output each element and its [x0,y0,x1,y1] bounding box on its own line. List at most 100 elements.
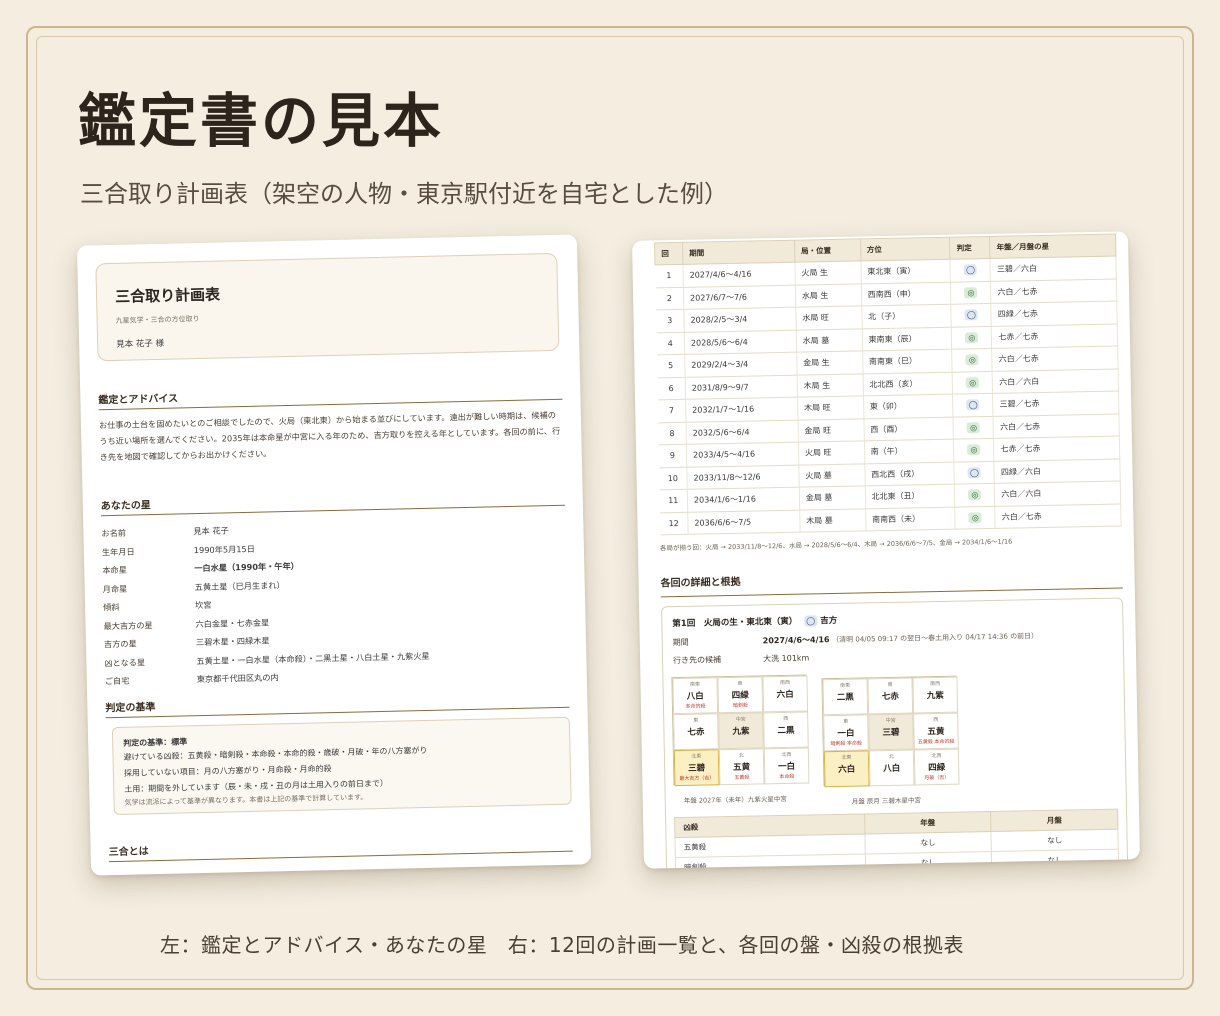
board-cell-note [870,739,913,740]
kyousatsu-table: 凶殺 年盤 月盤 五黄殺 なし なし 暗剣殺 なし なし [674,809,1119,869]
plan-cell-dir: 北北西（亥） [862,371,953,396]
kyousatsu-cell-year: なし [864,831,992,854]
plan-cell-stars: 六白／七赤 [992,346,1119,371]
board-cell-star: 六白 [776,689,794,701]
detail-title: 第1回 火局の生・東北東（寅） ◯ 吉方 [672,614,837,629]
detail-mark-label: 吉方 [820,615,838,627]
star-row-label: 月命星 [102,583,128,594]
board-cell-note [824,703,867,704]
board-cell: 北五黄 五黄殺 [718,748,765,786]
plan-cell-kyoku: 金局 墓 [799,485,866,510]
star-row-value: 1990年5月15日 [193,543,255,555]
advice-text: お仕事の土台を固めたいとのご相談でしたので、火局（東北東）から始まる並びにしてい… [98,409,561,463]
plan-cell-n: 11 [659,489,688,513]
board-cell: 南西 六白 [762,675,809,713]
kyousatsu-column-header: 年盤 [864,811,992,834]
plan-cell-period: 2032/5/6〜6/4 [685,419,799,445]
plan-cell-n: 10 [658,466,688,490]
board-cell: 東七赤 [673,713,719,751]
judgement-cell: ◯ [950,258,991,282]
board-cell: 南東 二黒 [822,678,869,716]
best-direction-mark: ◎ [966,421,981,434]
left-page: 三合取り計画表 九星気学・三合の方位取り 見本 花子 様 鑑定とアドバイス お仕… [76,234,592,876]
board-cell-note [825,775,868,776]
board-cell-note: 本命殺 [779,773,795,781]
board-cell-star: 二黒 [836,692,854,703]
plan-cell-kyoku: 火局 旺 [798,440,865,465]
board-cell-direction: 北東 [691,753,702,760]
board-cell-direction: 北 [738,752,744,759]
star-row-value: 六白金星・七赤金星 [195,616,270,629]
star-row-label: 吉方の星 [103,638,137,650]
plan-cell-stars: 四緑／六白 [994,458,1121,484]
board-cell-star: 五黄 [927,726,945,738]
star-row-value: 五黄土星・一白水星（本命殺）・二黒土星・八白土星・九紫火星 [196,650,430,666]
board-cell-star: 九紫 [732,726,750,737]
detail-heading: 各回の詳細と根拠 [660,576,741,590]
plan-cell-kyoku: 木局 生 [796,373,864,398]
best-direction-mark: ◎ [968,489,982,501]
plan-cell-kyoku: 火局 墓 [798,463,865,488]
plan-cell-n: 7 [657,399,686,423]
plan-cell-dir: 北北東（丑） [864,484,956,509]
board-cell-note [869,703,912,704]
board-cell: 北西 一白 本命殺 [763,747,810,785]
plan-cell-n: 6 [657,376,686,400]
board-cell: 北東 三碧 最大吉方（吉） [673,749,720,787]
board-cell-note [870,775,913,776]
plan-cell-period: 2029/2/4〜3/4 [684,352,797,377]
month-board-caption: 月盤 辰月 三碧木星中宮 [851,796,922,806]
best-direction-mark: ◎ [967,444,981,456]
best-direction-mark: ◎ [965,331,979,344]
board-cell: 南東 八白 本命的殺 [672,677,719,715]
star-row-label: 凶となる星 [104,656,146,668]
plan-cell-period: 2028/5/6〜6/4 [684,329,797,355]
plan-cell-period: 2033/4/5〜4/16 [686,442,799,467]
judgement-cell: ◯ [954,460,995,485]
figure-caption: 左：鑑定とアドバイス・あなたの星 右：12回の計画一覧と、各回の盤・凶殺の根拠表 [160,933,965,957]
plan-table-note: 各局が揃う回：火局 → 2033/11/8〜12/6、水局 → 2028/5/6… [659,537,1013,553]
star-row-label: ご自宅 [104,675,130,687]
period-value: 2027/4/6〜4/16 （清明 04/05 09:17 の翌日〜春土用入り … [763,630,1039,646]
plan-cell-dir: 北（子） [861,304,952,329]
judgement-cell: ◎ [954,483,996,507]
star-row-label: 傾斜 [103,601,120,613]
plan-cell-kyoku: 水局 旺 [795,305,862,330]
plan-cell-stars: 七赤／七赤 [993,435,1120,461]
board-cell-star: 六白 [838,764,856,775]
stars-rule [101,504,565,517]
good-direction-mark: ◯ [967,466,982,479]
good-direction-mark: ◯ [966,399,980,411]
board-cell-direction: 中宮 [885,717,896,725]
board-cell-direction: 南西 [930,680,941,688]
judgement-cell: ◎ [952,370,993,395]
plan-table-column-header: 方位 [860,237,951,261]
best-direction-mark: ◎ [964,286,978,299]
board-cell: 西二黒 [763,711,809,749]
plan-cell-kyoku: 木局 旺 [797,395,864,420]
star-row-value: 東京都千代田区丸の内 [196,672,279,685]
board-cell-direction: 北東 [841,754,852,761]
plan-cell-kyoku: 金局 生 [796,350,863,375]
board-cell-note: 最大吉方（吉） [679,775,715,783]
board-cell: 北東 六白 [823,750,870,788]
detail-title-text: 第1回 火局の生・東北東（寅） [672,616,798,630]
plan-cell-dir: 東南東（辰） [861,326,953,351]
board-cell-star: 三碧 [882,727,900,739]
plan-cell-stars: 六白／七赤 [995,503,1122,529]
board-cell-star: 八白 [686,691,704,702]
right-page: 回期間 局・位置 方位 判定 年盤／月盤の星 1 2027/4/6〜4/16 火局 生東北東… [632,231,1140,869]
board-cell-direction: 東 [843,718,849,725]
board-cell: 北西 四緑 月破（吉） [913,748,960,786]
plan-cell-n: 5 [656,354,686,378]
criteria-heading: 判定の基準 [105,702,156,715]
star-row-label: お名前 [101,527,127,539]
plan-cell-period: 2033/11/8〜12/6 [686,464,800,490]
board-cell-note [720,737,763,738]
board-cell-note [675,738,718,739]
plan-cell-dir: 南南東（巳） [862,349,953,374]
board-cell-star: 七赤 [687,727,705,738]
judgement-cell: ◎ [953,415,994,440]
advice-heading: 鑑定とアドバイス [98,393,179,407]
plan-cell-period: 2032/1/7〜1/16 [685,397,798,422]
